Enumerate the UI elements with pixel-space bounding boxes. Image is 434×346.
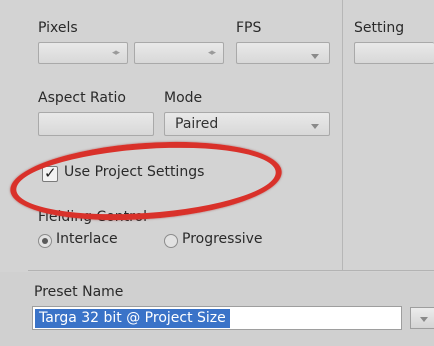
- pixel-width-spinner[interactable]: ◂▸: [38, 42, 128, 64]
- spinner-arrows-icon[interactable]: ◂▸: [112, 48, 120, 58]
- panel-divider: [342, 0, 343, 270]
- preset-name-value[interactable]: Targa 32 bit @ Project Size: [35, 309, 230, 328]
- interlace-radio[interactable]: [38, 234, 52, 248]
- aspect-ratio-dropdown[interactable]: [38, 112, 154, 136]
- interlace-label[interactable]: Interlace: [56, 231, 118, 247]
- spinner-arrows-icon[interactable]: ◂▸: [208, 48, 216, 58]
- mode-label: Mode: [164, 90, 203, 106]
- pixel-height-spinner[interactable]: ◂▸: [134, 42, 224, 64]
- setting-dropdown[interactable]: [354, 42, 434, 64]
- chevron-down-icon: [420, 317, 428, 322]
- mode-selected-value: Paired: [175, 116, 219, 132]
- preset-dropdown-button[interactable]: [410, 307, 434, 329]
- mode-dropdown[interactable]: Paired: [164, 112, 330, 136]
- fps-label: FPS: [236, 20, 262, 36]
- section-divider: [28, 270, 434, 271]
- progressive-radio[interactable]: [164, 234, 178, 248]
- chevron-down-icon: [311, 124, 319, 129]
- preset-name-label: Preset Name: [34, 284, 124, 300]
- preset-name-input[interactable]: Targa 32 bit @ Project Size: [32, 306, 402, 330]
- pixels-label: Pixels: [38, 20, 78, 36]
- setting-label: Setting: [354, 20, 405, 36]
- fps-dropdown[interactable]: [236, 42, 330, 64]
- aspect-ratio-label: Aspect Ratio: [38, 90, 126, 106]
- chevron-down-icon: [311, 54, 319, 59]
- progressive-label[interactable]: Progressive: [182, 231, 263, 247]
